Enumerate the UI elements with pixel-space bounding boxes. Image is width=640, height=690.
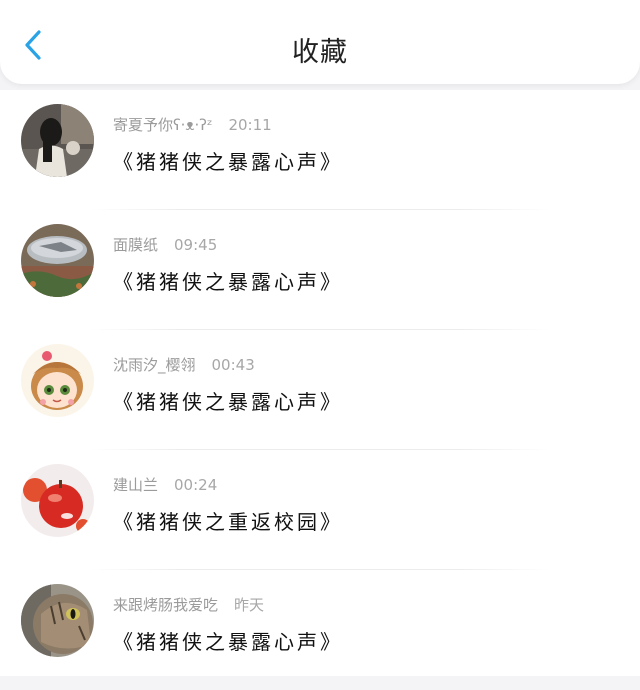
message-content[interactable]: 《猪猪侠之暴露心声》 [113,626,343,655]
message-time: 09:45 [174,236,218,254]
message-time: 昨天 [234,596,265,614]
navigation-bar: 收藏 [0,0,640,84]
message-meta: 来跟烤肠我爱吃 昨天 [113,594,264,615]
sender-name[interactable]: 沈雨汐_樱翎 [113,356,196,374]
message-content[interactable]: 《猪猪侠之暴露心声》 [113,146,343,175]
user-avatar-image [21,104,94,177]
favorite-item[interactable]: 建山兰 00:24 《猪猪侠之重返校园》 [0,450,640,570]
sender-name[interactable]: 建山兰 [113,476,158,494]
sender-name[interactable]: 面膜纸 [113,236,158,254]
sender-name[interactable]: 寄夏予你ʕ·ᴥ·ʔᶻ [113,116,212,134]
favorites-list: 寄夏予你ʕ·ᴥ·ʔᶻ 20:11 《猪猪侠之暴露心声》 面膜纸 09:45 《猪猪侠… [0,90,640,676]
avatar[interactable] [21,584,94,657]
user-avatar-image [21,224,94,297]
favorite-item[interactable]: 沈雨汐_樱翎 00:43 《猪猪侠之暴露心声》 [0,330,640,450]
message-meta: 沈雨汐_樱翎 00:43 [113,354,255,375]
message-meta: 寄夏予你ʕ·ᴥ·ʔᶻ 20:11 [113,114,272,135]
message-meta: 面膜纸 09:45 [113,234,217,255]
user-avatar-image [21,464,94,537]
message-time: 20:11 [228,116,272,134]
message-content[interactable]: 《猪猪侠之暴露心声》 [113,266,343,295]
favorite-item[interactable]: 寄夏予你ʕ·ᴥ·ʔᶻ 20:11 《猪猪侠之暴露心声》 [0,90,640,210]
avatar[interactable] [21,344,94,417]
message-time: 00:43 [211,356,255,374]
user-avatar-image [21,344,94,417]
user-avatar-image [21,584,94,657]
avatar[interactable] [21,224,94,297]
avatar[interactable] [21,104,94,177]
favorite-item[interactable]: 面膜纸 09:45 《猪猪侠之暴露心声》 [0,210,640,330]
avatar[interactable] [21,464,94,537]
sender-name[interactable]: 来跟烤肠我爱吃 [113,596,218,614]
message-time: 00:24 [174,476,218,494]
page-title: 收藏 [292,37,348,68]
message-content[interactable]: 《猪猪侠之暴露心声》 [113,386,343,415]
favorite-item[interactable]: 来跟烤肠我爱吃 昨天 《猪猪侠之暴露心声》 [0,570,640,690]
message-content[interactable]: 《猪猪侠之重返校园》 [113,506,343,535]
message-meta: 建山兰 00:24 [113,474,217,495]
